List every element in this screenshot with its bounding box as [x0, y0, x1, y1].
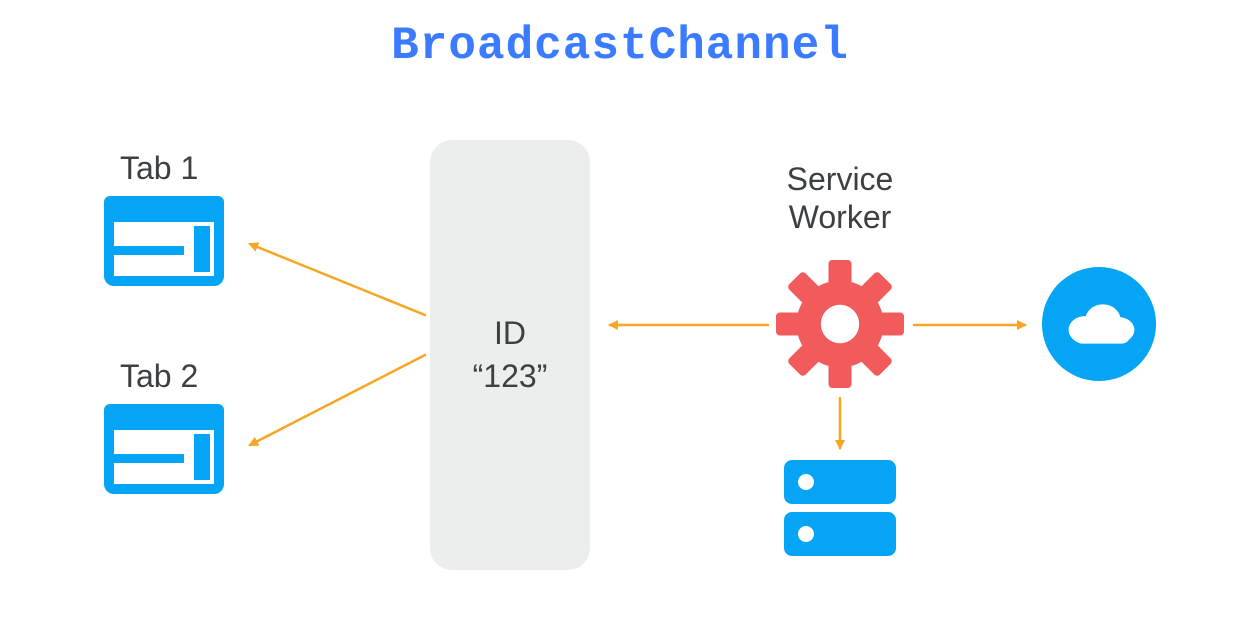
service-worker-label-line1: Service [787, 161, 894, 197]
broadcast-channel-box: ID “123” [430, 140, 590, 570]
service-worker-label-line2: Worker [789, 199, 892, 235]
arrow-channel-to-tab1 [250, 244, 425, 315]
diagram-title: BroadcastChannel [0, 20, 1240, 72]
browser-window-icon [104, 404, 224, 494]
browser-window-icon [104, 196, 224, 286]
tab2-label: Tab 2 [120, 358, 198, 395]
tab1-label: Tab 1 [120, 150, 198, 187]
cloud-icon [1040, 265, 1158, 383]
channel-id-label: ID [494, 312, 526, 355]
diagram-canvas: BroadcastChannel Tab 1 Tab 2 ID “123” Se… [0, 0, 1240, 628]
server-storage-icon [784, 460, 896, 564]
arrow-channel-to-tab2 [250, 355, 425, 445]
channel-id-value: “123” [473, 355, 548, 398]
service-worker-label: Service Worker [740, 160, 940, 237]
gear-icon [776, 260, 904, 388]
